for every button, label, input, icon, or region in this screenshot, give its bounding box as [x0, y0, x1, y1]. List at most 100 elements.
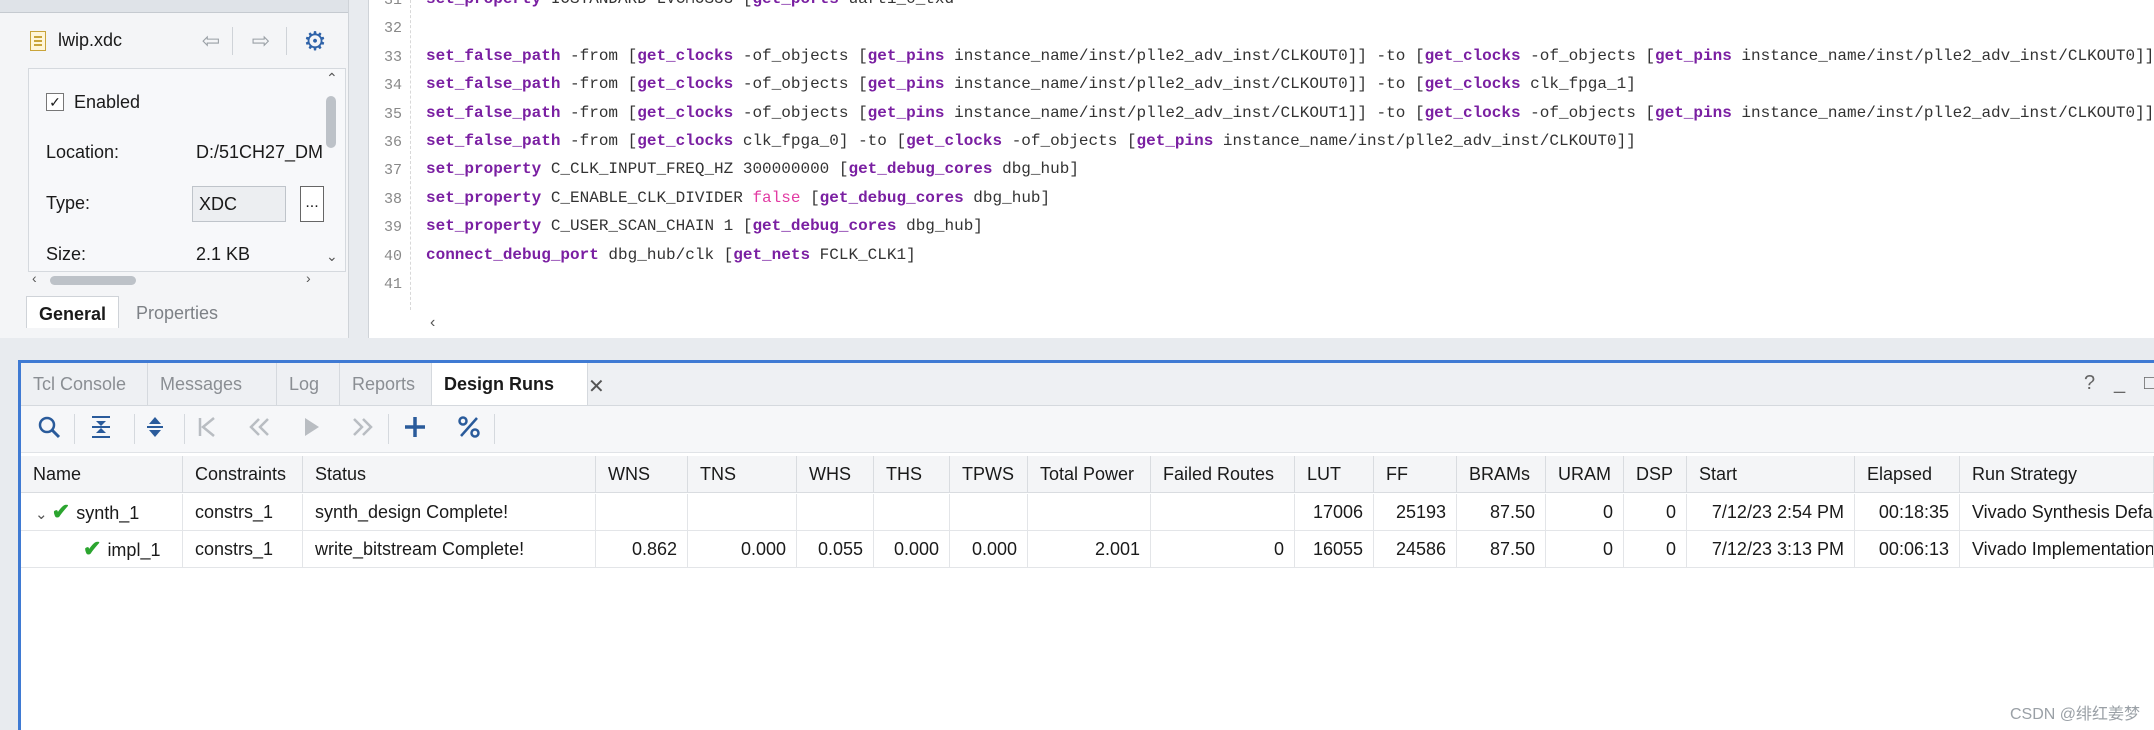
- column-header-elapsed[interactable]: Elapsed: [1855, 456, 1960, 492]
- column-header-failed-routes[interactable]: Failed Routes: [1151, 456, 1295, 492]
- code-keyword: get_clocks: [1424, 75, 1521, 94]
- cell-elapsed[interactable]: 00:18:35: [1855, 494, 1960, 530]
- code-text: [: [800, 188, 820, 207]
- column-header-ths[interactable]: THS: [874, 456, 950, 492]
- expand-toggle-icon[interactable]: ⌄: [35, 506, 52, 523]
- cell-tpws[interactable]: 0.000: [950, 531, 1028, 567]
- tab-design-runs[interactable]: Design Runs: [432, 363, 588, 405]
- cell-wns[interactable]: [596, 494, 688, 530]
- type-value: XDC: [199, 194, 238, 214]
- tab-log[interactable]: Log: [277, 363, 340, 405]
- cell-constraints[interactable]: constrs_1: [183, 494, 303, 530]
- vertical-scrollbar-thumb[interactable]: [326, 96, 336, 148]
- tab-reports[interactable]: Reports: [340, 363, 432, 405]
- cell-lut[interactable]: 16055: [1295, 531, 1374, 567]
- scroll-left-icon[interactable]: ‹: [32, 270, 37, 286]
- cell-whs[interactable]: [797, 494, 874, 530]
- column-header-dsp[interactable]: DSP: [1624, 456, 1687, 492]
- code-line[interactable]: set_property C_CLK_INPUT_FREQ_HZ 3000000…: [426, 160, 1079, 178]
- cell-uram[interactable]: 0: [1546, 494, 1624, 530]
- cell-wns[interactable]: 0.862: [596, 531, 688, 567]
- gear-icon[interactable]: ⚙: [302, 28, 328, 54]
- tab-properties[interactable]: Properties: [124, 296, 230, 328]
- column-header-tpws[interactable]: TPWS: [950, 456, 1028, 492]
- code-line[interactable]: set_false_path -from [get_clocks -of_obj…: [426, 104, 2154, 122]
- cell-name[interactable]: ⌄ ✔ synth_1: [21, 494, 183, 530]
- tab-general[interactable]: General: [26, 296, 120, 328]
- restore-icon[interactable]: □: [2144, 372, 2154, 395]
- cell-tpws[interactable]: [950, 494, 1028, 530]
- cell-dsp[interactable]: 0: [1624, 494, 1687, 530]
- cell-tns[interactable]: 0.000: [688, 531, 797, 567]
- expand-all-icon[interactable]: [140, 414, 170, 444]
- cell-failed-routes[interactable]: [1151, 494, 1295, 530]
- scroll-up-icon[interactable]: ⌃: [326, 70, 338, 87]
- cell-tns[interactable]: [688, 494, 797, 530]
- cell-brams[interactable]: 87.50: [1457, 494, 1546, 530]
- next-page-icon[interactable]: [348, 414, 378, 444]
- add-run-icon[interactable]: [400, 414, 430, 444]
- column-header-start[interactable]: Start: [1687, 456, 1855, 492]
- code-line[interactable]: set_property C_ENABLE_CLK_DIVIDER false …: [426, 189, 1050, 207]
- enabled-checkbox[interactable]: ✓: [46, 93, 64, 111]
- cell-ff[interactable]: 25193: [1374, 494, 1457, 530]
- cell-brams[interactable]: 87.50: [1457, 531, 1546, 567]
- cell-lut[interactable]: 17006: [1295, 494, 1374, 530]
- code-line[interactable]: set_false_path -from [get_clocks clk_fpg…: [426, 132, 1636, 150]
- cell-elapsed[interactable]: 00:06:13: [1855, 531, 1960, 567]
- column-header-name[interactable]: Name: [21, 456, 183, 492]
- editor-scroll-left-icon[interactable]: ‹: [430, 314, 435, 332]
- code-line[interactable]: set_false_path -from [get_clocks -of_obj…: [426, 75, 1636, 93]
- cell-constraints[interactable]: constrs_1: [183, 531, 303, 567]
- column-header-constraints[interactable]: Constraints: [183, 456, 303, 492]
- cell-failed-routes[interactable]: 0: [1151, 531, 1295, 567]
- column-header-tns[interactable]: TNS: [688, 456, 797, 492]
- tab-tcl-console[interactable]: Tcl Console: [21, 363, 148, 405]
- previous-page-icon[interactable]: [244, 414, 274, 444]
- type-browse-button[interactable]: ...: [300, 186, 324, 222]
- cell-status[interactable]: synth_design Complete!: [303, 494, 596, 530]
- cell-status[interactable]: write_bitstream Complete!: [303, 531, 596, 567]
- horizontal-scrollbar-thumb[interactable]: [50, 276, 136, 285]
- cell-run-strategy[interactable]: Vivado Synthesis Defaults: [1960, 494, 2154, 530]
- cell-start[interactable]: 7/12/23 3:13 PM: [1687, 531, 1855, 567]
- code-line[interactable]: set_property C_USER_SCAN_CHAIN 1 [get_de…: [426, 217, 983, 235]
- cell-run-strategy[interactable]: Vivado Implementation Defaults: [1960, 531, 2154, 567]
- first-page-icon[interactable]: [192, 414, 222, 444]
- column-header-uram[interactable]: URAM: [1546, 456, 1624, 492]
- cell-whs[interactable]: 0.055: [797, 531, 874, 567]
- column-header-ff[interactable]: FF: [1374, 456, 1457, 492]
- code-line[interactable]: set_property IOSTANDARD LVCMOS33 [get_po…: [426, 0, 954, 8]
- close-tab-icon[interactable]: ✕: [588, 374, 605, 399]
- tab-messages[interactable]: Messages: [148, 363, 277, 405]
- code-line[interactable]: set_false_path -from [get_clocks -of_obj…: [426, 47, 2154, 65]
- code-keyword: set_false_path: [426, 103, 561, 122]
- column-header-run-strategy[interactable]: Run Strategy: [1960, 456, 2154, 492]
- percent-icon[interactable]: [454, 414, 484, 444]
- play-icon[interactable]: [296, 414, 326, 444]
- scroll-right-icon[interactable]: ›: [306, 270, 311, 286]
- cell-ths[interactable]: 0.000: [874, 531, 950, 567]
- cell-name[interactable]: ✔ impl_1: [21, 531, 183, 567]
- column-header-whs[interactable]: WHS: [797, 456, 874, 492]
- minimize-icon[interactable]: _: [2114, 372, 2125, 395]
- cell-total-power[interactable]: 2.001: [1028, 531, 1151, 567]
- code-line[interactable]: connect_debug_port dbg_hub/clk [get_nets…: [426, 246, 916, 264]
- search-icon[interactable]: [34, 414, 64, 444]
- cell-uram[interactable]: 0: [1546, 531, 1624, 567]
- cell-start[interactable]: 7/12/23 2:54 PM: [1687, 494, 1855, 530]
- cell-total-power[interactable]: [1028, 494, 1151, 530]
- cell-ff[interactable]: 24586: [1374, 531, 1457, 567]
- back-arrow-icon[interactable]: ⇦: [198, 30, 224, 52]
- cell-ths[interactable]: [874, 494, 950, 530]
- column-header-brams[interactable]: BRAMs: [1457, 456, 1546, 492]
- collapse-all-icon[interactable]: [86, 414, 116, 444]
- column-header-lut[interactable]: LUT: [1295, 456, 1374, 492]
- forward-arrow-icon[interactable]: ⇨: [248, 30, 274, 52]
- column-header-status[interactable]: Status: [303, 456, 596, 492]
- scroll-down-icon[interactable]: ⌄: [326, 248, 338, 265]
- cell-dsp[interactable]: 0: [1624, 531, 1687, 567]
- column-header-wns[interactable]: WNS: [596, 456, 688, 492]
- column-header-total-power[interactable]: Total Power: [1028, 456, 1151, 492]
- help-icon[interactable]: ?: [2084, 372, 2095, 395]
